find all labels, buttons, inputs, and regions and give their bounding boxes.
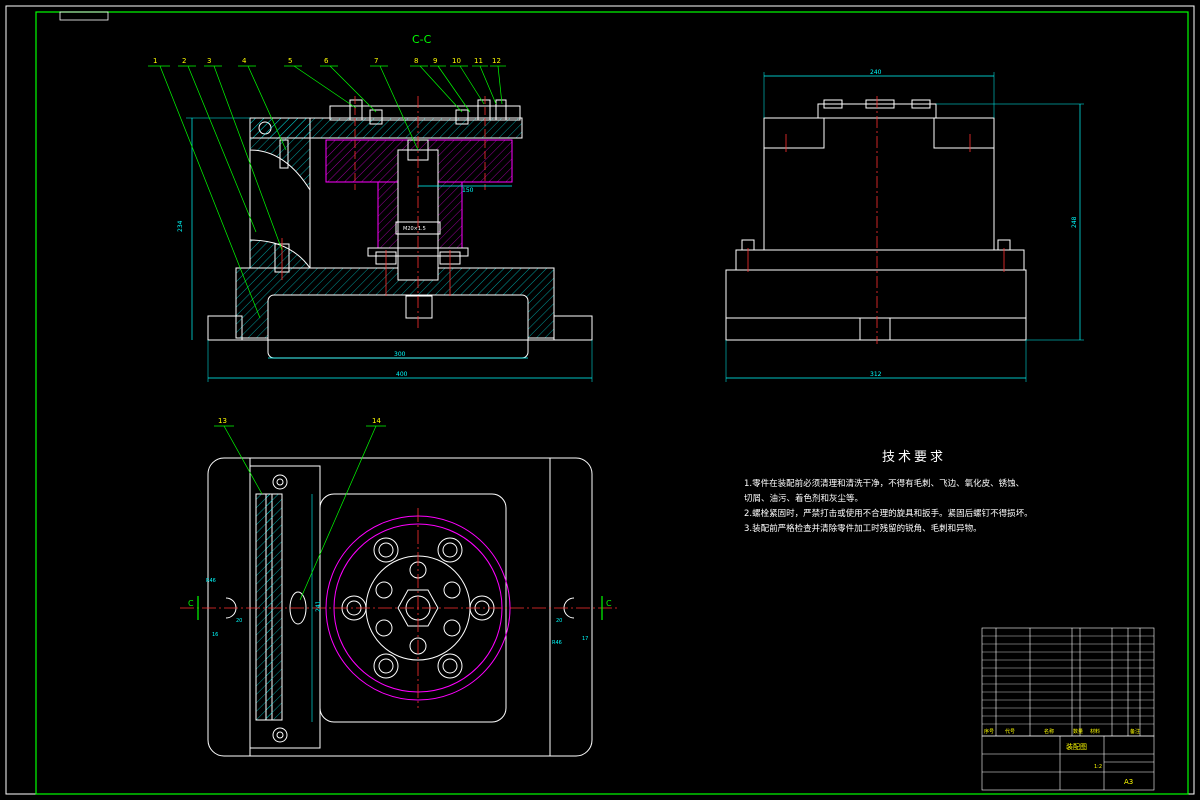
tb-drawing-name: 装配图 — [1066, 742, 1087, 751]
tb-sheet: A3 — [1124, 778, 1133, 786]
dim-plan-width: 241 — [315, 600, 322, 612]
side-base — [725, 269, 1027, 341]
tb-header-name: 名称 — [1044, 728, 1054, 735]
dim-plan-r-right: R46 — [552, 640, 562, 646]
part-label-6: 6 — [324, 57, 329, 65]
part-label-10: 10 — [452, 57, 461, 65]
part-label-9: 9 — [433, 57, 437, 65]
tb-header-no: 序号 — [984, 728, 994, 735]
dim-front-height: 234 — [177, 220, 184, 232]
dim-plan-g-left: 16 — [212, 632, 218, 638]
tech-req-line-4: 3.装配前严格检查并清除零件加工时残留的锐角、毛刺和异物。 — [744, 524, 982, 534]
part-label-5: 5 — [288, 57, 292, 65]
title-block — [981, 627, 1155, 791]
dim-front-inner: 150 — [462, 187, 474, 194]
dim-front-base-inner: 300 — [394, 351, 406, 358]
inner-frame — [35, 11, 1189, 795]
tech-req-title: 技术要求 — [881, 450, 946, 465]
tb-header-code: 代号 — [1005, 728, 1015, 735]
dim-plan-d-left: 20 — [236, 618, 242, 624]
dim-side-top: 240 — [870, 69, 882, 76]
base-cavity — [267, 294, 529, 359]
tech-req-line-2: 切屑、油污、着色剂和灰尘等。 — [744, 494, 864, 504]
side-body — [763, 117, 995, 251]
part-label-1: 1 — [153, 57, 157, 65]
part-label-13: 13 — [218, 417, 227, 425]
dim-side-overall: 312 — [870, 371, 882, 378]
cad-drawing: C-C M20×1.5 234 150 300 400 1 2 3 4 5 6 … — [5, 5, 1195, 795]
part-label-7: 7 — [374, 57, 378, 65]
tb-header-note: 备注 — [1130, 728, 1140, 735]
section-title: C-C — [412, 33, 432, 46]
section-mark-left: C — [188, 599, 194, 608]
part-label-14: 14 — [372, 417, 381, 425]
tb-scale: 1:2 — [1094, 764, 1102, 770]
section-mark-right: C — [606, 599, 612, 608]
plan-view: C C 241 R46 R46 20 20 16 17 13 14 — [180, 417, 620, 757]
part-label-2: 2 — [182, 57, 186, 65]
technical-requirements: 技术要求 1.零件在装配前必须清理和清洗干净，不得有毛刺、飞边、氧化皮、锈蚀、 … — [744, 446, 1044, 537]
frame-stamp — [59, 11, 109, 21]
tb-header-material: 材料 — [1090, 728, 1100, 735]
dim-plan-r-left: R46 — [206, 578, 216, 584]
dim-plan-g-right: 17 — [582, 636, 588, 642]
spindle-note: M20×1.5 — [403, 226, 426, 232]
part-label-4: 4 — [242, 57, 247, 65]
dim-side-height: 248 — [1071, 216, 1078, 228]
tech-req-line-1: 1.零件在装配前必须清理和清洗干净，不得有毛刺、飞边、氧化皮、锈蚀、 — [744, 479, 1025, 489]
dim-front-overall: 400 — [396, 371, 408, 378]
tb-header-qty: 数量 — [1073, 728, 1083, 735]
part-label-8: 8 — [414, 57, 418, 65]
part-label-12: 12 — [492, 57, 501, 65]
front-section-view: C-C M20×1.5 234 150 300 400 1 2 3 4 5 6 … — [148, 33, 593, 382]
top-plate — [249, 117, 523, 139]
part-label-3: 3 — [207, 57, 211, 65]
side-view: 240 248 312 — [725, 69, 1084, 382]
part-label-11: 11 — [474, 57, 483, 65]
tech-req-line-3: 2.螺栓紧固时，严禁打击或使用不合理的旋具和扳手。紧固后螺钉不得损坏。 — [744, 509, 1033, 519]
dim-plan-d-right: 20 — [556, 618, 562, 624]
base-lug-right — [553, 315, 593, 341]
